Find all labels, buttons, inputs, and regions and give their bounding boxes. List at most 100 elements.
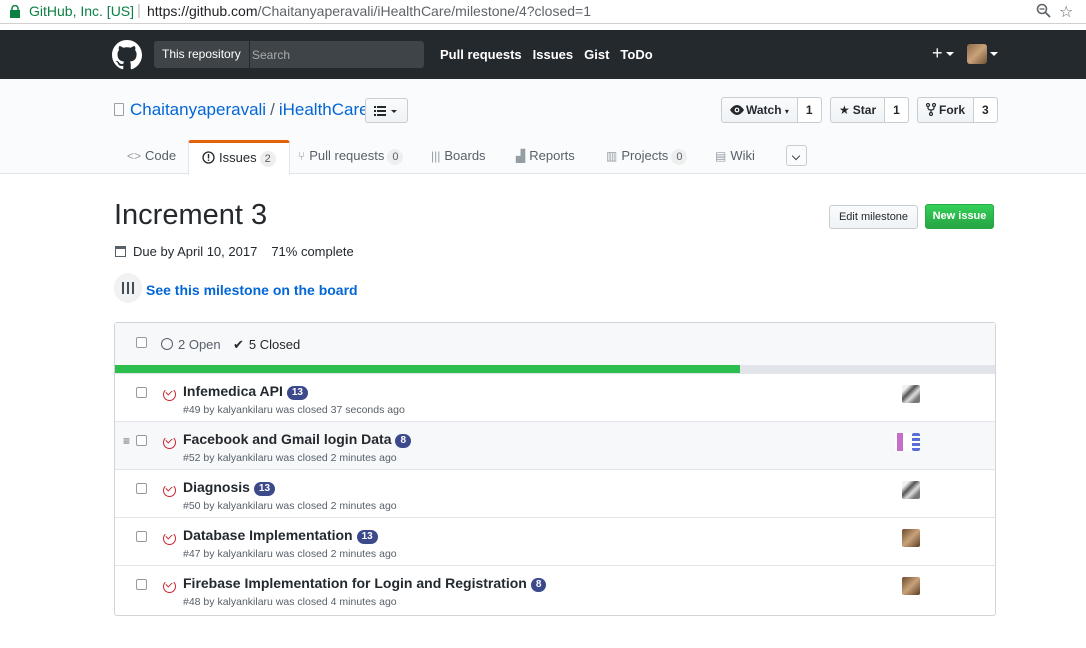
fork-button[interactable]: Fork — [917, 97, 975, 123]
issues-table-header: 2 Open ✔ 5 Closed — [115, 323, 995, 365]
repo-owner-link[interactable]: Chaitanyaperavali — [130, 100, 266, 119]
issue-closed-icon — [163, 484, 176, 497]
board-columns-icon — [114, 273, 142, 303]
repo-header: Chaitanyaperavali / iHealthCare Watch ▾ 1 … — [0, 79, 1086, 175]
select-all-checkbox[interactable] — [136, 337, 147, 348]
nav-gist[interactable]: Gist — [584, 47, 609, 62]
book-icon: ▤ — [715, 149, 727, 163]
issue-opened-icon — [202, 151, 215, 164]
repo-list-menu-button[interactable] — [365, 98, 408, 123]
issue-closed-icon — [163, 436, 176, 449]
create-new-caret-icon[interactable] — [946, 52, 954, 56]
milestone-issues-table: 2 Open ✔ 5 Closed Infemedica API 13 #49 by… — [114, 322, 996, 616]
milestone-meta: Due by April 10, 2017 71% complete — [115, 244, 354, 259]
milestone-progress-bar — [115, 365, 995, 373]
star-button[interactable]: ★ Star — [830, 97, 886, 123]
issue-checkbox[interactable] — [136, 435, 147, 446]
repo-title: Chaitanyaperavali / iHealthCare — [130, 100, 369, 120]
address-separator: | — [137, 2, 141, 19]
issue-title-link[interactable]: Firebase Implementation for Login and Re… — [183, 575, 547, 592]
issue-meta: #50 by kalyankilaru was closed 2 minutes… — [183, 500, 397, 512]
issue-checkbox[interactable] — [136, 483, 147, 494]
fork-icon — [925, 102, 937, 117]
user-avatar[interactable] — [967, 44, 987, 64]
table-row[interactable]: ≡ Facebook and Gmail login Data 8 #52 by … — [115, 421, 995, 469]
issue-label[interactable]: 8 — [530, 578, 547, 592]
nav-todo[interactable]: ToDo — [620, 47, 652, 62]
issue-label[interactable]: 13 — [286, 386, 308, 400]
more-tabs-chevron-icon[interactable] — [786, 145, 807, 166]
search-input[interactable] — [246, 41, 422, 68]
watch-button[interactable]: Watch ▾ — [721, 97, 798, 123]
issue-title-link[interactable]: Database Implementation 13 — [183, 527, 378, 544]
header-nav: Pull requests Issues Gist ToDo — [440, 47, 664, 62]
browser-address-bar[interactable]: GitHub, Inc. [US] | https://github.com/C… — [0, 0, 1086, 24]
assignee-avatar[interactable] — [912, 433, 920, 451]
graph-icon: ▟ — [516, 149, 526, 163]
nav-issues[interactable]: Issues — [533, 47, 573, 62]
tab-reports[interactable]: ▟ Reports — [516, 140, 575, 174]
tab-wiki[interactable]: ▤ Wiki — [715, 140, 755, 174]
issue-label[interactable]: 13 — [253, 482, 276, 496]
github-logo-icon[interactable] — [112, 40, 142, 70]
watch-count[interactable]: 1 — [797, 97, 822, 123]
site-identity: GitHub, Inc. [US] — [29, 3, 135, 19]
issue-meta: #52 by kalyankilaru was closed 2 minutes… — [183, 452, 397, 464]
project-icon: ▥ — [606, 149, 618, 163]
table-row[interactable]: Database Implementation 13 #47 by kalyank… — [115, 517, 995, 565]
assignee-avatar[interactable] — [902, 385, 920, 403]
tab-issues[interactable]: Issues 2 — [188, 140, 290, 175]
issue-closed-icon — [163, 580, 176, 593]
milestone-percent-complete: 71% complete — [271, 244, 354, 259]
star-icon: ★ — [839, 103, 850, 117]
url-text[interactable]: https://github.com/Chaitanyaperavali/iHe… — [147, 3, 591, 19]
fork-count[interactable]: 3 — [974, 97, 998, 123]
zoom-icon[interactable] — [1036, 3, 1051, 18]
eye-icon — [730, 105, 744, 115]
issue-meta: #47 by kalyankilaru was closed 2 minutes… — [183, 548, 397, 560]
issue-title-link[interactable]: Facebook and Gmail login Data 8 — [183, 431, 412, 448]
milestone-title: Increment 3 — [114, 199, 268, 231]
issue-title-link[interactable]: Infemedica API 13 — [183, 383, 308, 400]
tab-code[interactable]: <> Code — [127, 140, 176, 174]
assignee-avatar[interactable] — [902, 481, 920, 499]
issue-title-link[interactable]: Diagnosis 13 — [183, 479, 276, 496]
issue-closed-icon — [163, 532, 176, 545]
new-issue-button[interactable]: New issue — [925, 204, 994, 229]
board-link-text[interactable]: See this milestone on the board — [146, 282, 358, 298]
repo-title-separator: / — [270, 100, 275, 119]
issue-checkbox[interactable] — [136, 579, 147, 590]
repo-name-link[interactable]: iHealthCare — [279, 100, 369, 119]
check-icon: ✔ — [233, 337, 244, 352]
issue-label[interactable]: 8 — [395, 434, 412, 448]
tab-projects[interactable]: ▥ Projects 0 — [606, 140, 688, 174]
drag-handle-icon[interactable]: ≡ — [123, 434, 130, 448]
table-row[interactable]: Firebase Implementation for Login and Re… — [115, 565, 995, 613]
projects-counter: 0 — [671, 149, 688, 165]
bookmark-star-icon[interactable]: ☆ — [1059, 2, 1073, 22]
issue-checkbox[interactable] — [136, 387, 147, 398]
assignee-avatar[interactable] — [895, 433, 913, 451]
table-row[interactable]: Infemedica API 13 #49 by kalyankilaru was… — [115, 373, 995, 421]
assignee-avatar[interactable] — [902, 529, 920, 547]
boards-icon: ||| — [431, 149, 441, 163]
user-menu-caret-icon[interactable] — [990, 52, 998, 56]
open-issues-filter[interactable]: 2 Open — [161, 337, 221, 352]
assignee-avatar[interactable] — [902, 577, 920, 595]
star-count[interactable]: 1 — [885, 97, 909, 123]
code-icon: <> — [127, 149, 142, 163]
tab-pull-requests[interactable]: ⑂ Pull requests 0 — [298, 140, 404, 174]
repo-icon — [114, 103, 124, 116]
issue-label[interactable]: 13 — [356, 530, 378, 544]
search-scope-label[interactable]: This repository — [154, 41, 250, 68]
issue-meta: #49 by kalyankilaru was closed 37 second… — [183, 404, 405, 416]
issue-checkbox[interactable] — [136, 531, 147, 542]
star-button-group: ★ Star 1 — [830, 97, 909, 123]
table-row[interactable]: Diagnosis 13 #50 by kalyankilaru was clos… — [115, 469, 995, 517]
fork-button-group: Fork 3 — [917, 97, 998, 123]
tab-boards[interactable]: ||| Boards — [431, 140, 486, 174]
nav-pull-requests[interactable]: Pull requests — [440, 47, 522, 62]
closed-issues-filter[interactable]: ✔ 5 Closed — [233, 337, 300, 353]
create-new-plus-icon[interactable]: + — [932, 43, 943, 64]
edit-milestone-button[interactable]: Edit milestone — [829, 205, 918, 229]
